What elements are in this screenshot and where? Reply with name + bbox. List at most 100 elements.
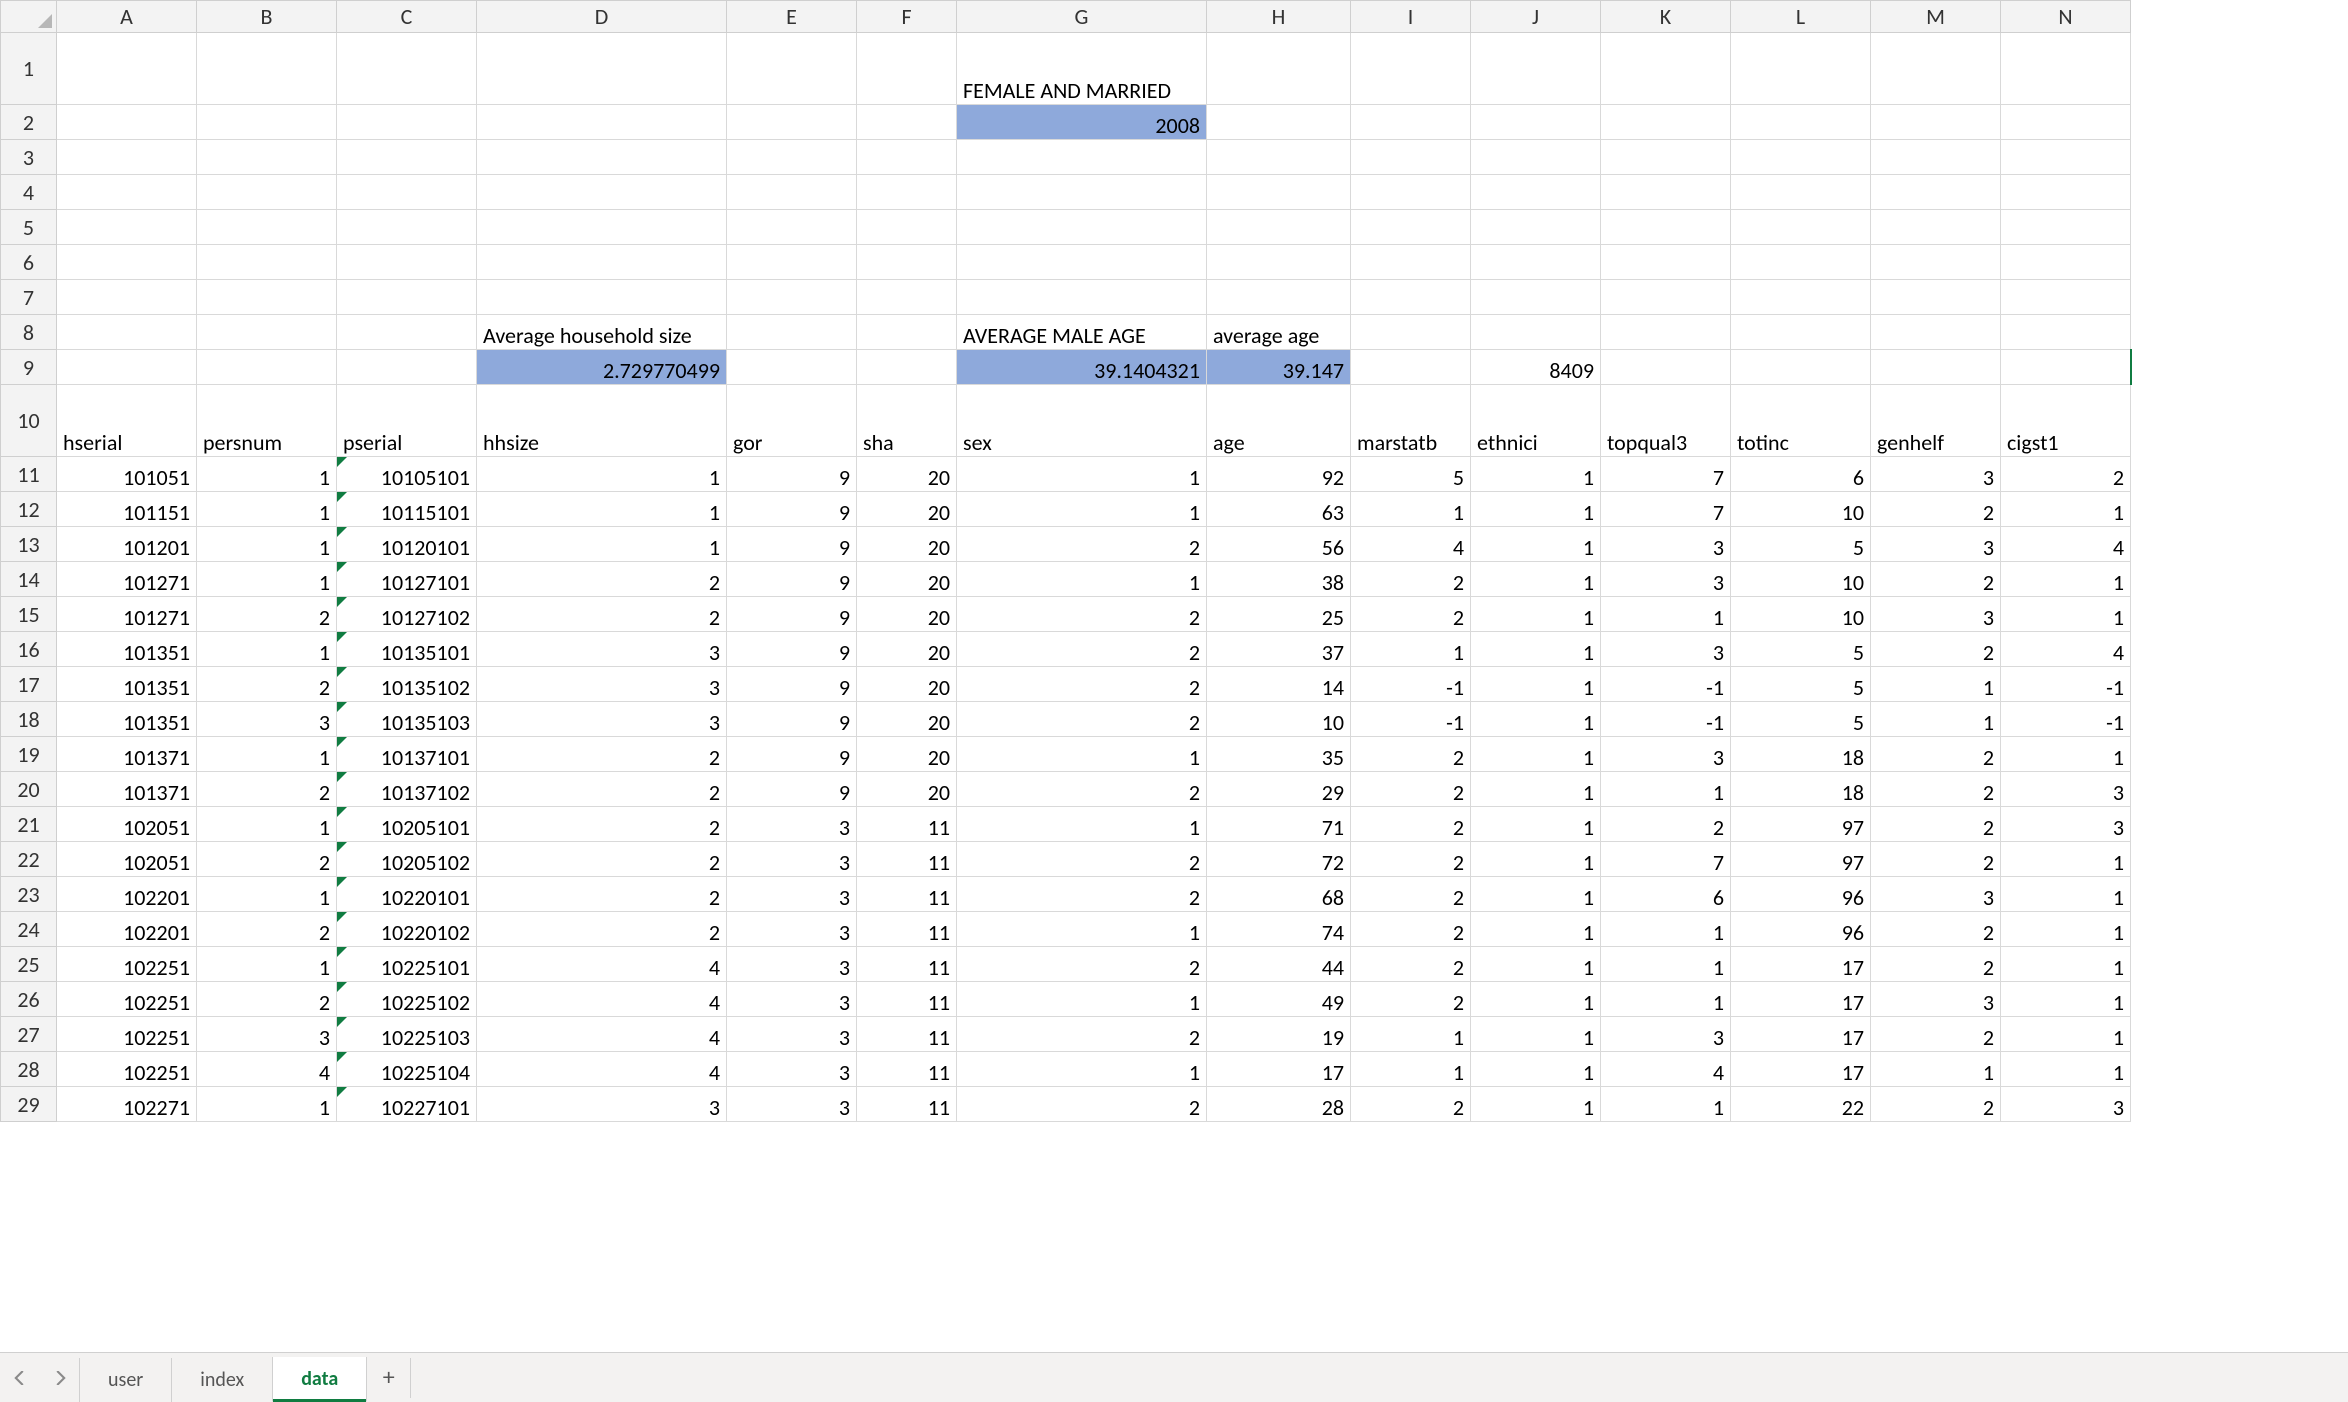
tab-nav-prev[interactable]: [0, 1358, 40, 1398]
row-header-22[interactable]: 22: [1, 842, 57, 877]
cell-N3[interactable]: [2001, 140, 2131, 175]
cell-M8[interactable]: [1871, 315, 2001, 350]
cell-C24[interactable]: 10220102: [337, 912, 477, 947]
cell-L20[interactable]: 18: [1731, 772, 1871, 807]
cell-M5[interactable]: [1871, 210, 2001, 245]
cell-H7[interactable]: [1207, 280, 1351, 315]
row-header-14[interactable]: 14: [1, 562, 57, 597]
cell-H26[interactable]: 49: [1207, 982, 1351, 1017]
cell-L23[interactable]: 96: [1731, 877, 1871, 912]
cell-H8[interactable]: average age: [1207, 315, 1351, 350]
cell-M11[interactable]: 3: [1871, 457, 2001, 492]
cell-C27[interactable]: 10225103: [337, 1017, 477, 1052]
sheet-tab-index[interactable]: index: [171, 1358, 273, 1402]
cell-J27[interactable]: 1: [1471, 1017, 1601, 1052]
cell-G3[interactable]: [957, 140, 1207, 175]
column-header-H[interactable]: H: [1207, 1, 1351, 33]
cell-A9[interactable]: [57, 350, 197, 385]
cell-J3[interactable]: [1471, 140, 1601, 175]
cell-J28[interactable]: 1: [1471, 1052, 1601, 1087]
row-header-7[interactable]: 7: [1, 280, 57, 315]
cell-A4[interactable]: [57, 175, 197, 210]
cell-J11[interactable]: 1: [1471, 457, 1601, 492]
cell-G14[interactable]: 1: [957, 562, 1207, 597]
cell-N1[interactable]: [2001, 33, 2131, 105]
cell-H24[interactable]: 74: [1207, 912, 1351, 947]
cell-D7[interactable]: [477, 280, 727, 315]
cell-C22[interactable]: 10205102: [337, 842, 477, 877]
cell-K3[interactable]: [1601, 140, 1731, 175]
cell-B23[interactable]: 1: [197, 877, 337, 912]
cell-J12[interactable]: 1: [1471, 492, 1601, 527]
cell-J17[interactable]: 1: [1471, 667, 1601, 702]
cell-I28[interactable]: 1: [1351, 1052, 1471, 1087]
cell-M23[interactable]: 3: [1871, 877, 2001, 912]
cell-C10[interactable]: pserial: [337, 385, 477, 457]
cell-K27[interactable]: 3: [1601, 1017, 1731, 1052]
cell-E18[interactable]: 9: [727, 702, 857, 737]
cell-M2[interactable]: [1871, 105, 2001, 140]
row-header-6[interactable]: 6: [1, 245, 57, 280]
cell-L24[interactable]: 96: [1731, 912, 1871, 947]
cell-F2[interactable]: [857, 105, 957, 140]
cell-G8[interactable]: AVERAGE MALE AGE: [957, 315, 1207, 350]
cell-N27[interactable]: 1: [2001, 1017, 2131, 1052]
cell-A5[interactable]: [57, 210, 197, 245]
sheet-tab-user[interactable]: user: [79, 1358, 172, 1402]
cell-E1[interactable]: [727, 33, 857, 105]
cell-J6[interactable]: [1471, 245, 1601, 280]
cell-B27[interactable]: 3: [197, 1017, 337, 1052]
row-header-10[interactable]: 10: [1, 385, 57, 457]
cell-K12[interactable]: 7: [1601, 492, 1731, 527]
cell-C8[interactable]: [337, 315, 477, 350]
cell-N10[interactable]: cigst1: [2001, 385, 2131, 457]
cell-G13[interactable]: 2: [957, 527, 1207, 562]
cell-E4[interactable]: [727, 175, 857, 210]
cell-F12[interactable]: 20: [857, 492, 957, 527]
cell-D1[interactable]: [477, 33, 727, 105]
cell-A1[interactable]: [57, 33, 197, 105]
cell-D29[interactable]: 3: [477, 1087, 727, 1122]
row-header-4[interactable]: 4: [1, 175, 57, 210]
cell-B7[interactable]: [197, 280, 337, 315]
cell-L6[interactable]: [1731, 245, 1871, 280]
row-header-3[interactable]: 3: [1, 140, 57, 175]
cell-H10[interactable]: age: [1207, 385, 1351, 457]
cell-I19[interactable]: 2: [1351, 737, 1471, 772]
row-header-2[interactable]: 2: [1, 105, 57, 140]
cell-K14[interactable]: 3: [1601, 562, 1731, 597]
cell-G10[interactable]: sex: [957, 385, 1207, 457]
cell-I18[interactable]: -1: [1351, 702, 1471, 737]
cell-C18[interactable]: 10135103: [337, 702, 477, 737]
cell-E9[interactable]: [727, 350, 857, 385]
cell-J2[interactable]: [1471, 105, 1601, 140]
cell-H11[interactable]: 92: [1207, 457, 1351, 492]
cell-E8[interactable]: [727, 315, 857, 350]
cell-A8[interactable]: [57, 315, 197, 350]
cell-K23[interactable]: 6: [1601, 877, 1731, 912]
cell-M12[interactable]: 2: [1871, 492, 2001, 527]
cell-F21[interactable]: 11: [857, 807, 957, 842]
cell-N28[interactable]: 1: [2001, 1052, 2131, 1087]
cell-C15[interactable]: 10127102: [337, 597, 477, 632]
cell-D9[interactable]: 2.729770499: [477, 350, 727, 385]
cell-N18[interactable]: -1: [2001, 702, 2131, 737]
cell-H3[interactable]: [1207, 140, 1351, 175]
cell-A25[interactable]: 102251: [57, 947, 197, 982]
row-header-8[interactable]: 8: [1, 315, 57, 350]
cell-D15[interactable]: 2: [477, 597, 727, 632]
cell-A19[interactable]: 101371: [57, 737, 197, 772]
cell-G11[interactable]: 1: [957, 457, 1207, 492]
cell-C20[interactable]: 10137102: [337, 772, 477, 807]
cell-L5[interactable]: [1731, 210, 1871, 245]
cell-H14[interactable]: 38: [1207, 562, 1351, 597]
cell-I21[interactable]: 2: [1351, 807, 1471, 842]
cell-G20[interactable]: 2: [957, 772, 1207, 807]
cell-A3[interactable]: [57, 140, 197, 175]
cell-F7[interactable]: [857, 280, 957, 315]
cell-L15[interactable]: 10: [1731, 597, 1871, 632]
cell-L2[interactable]: [1731, 105, 1871, 140]
row-header-24[interactable]: 24: [1, 912, 57, 947]
cell-K7[interactable]: [1601, 280, 1731, 315]
cell-G16[interactable]: 2: [957, 632, 1207, 667]
